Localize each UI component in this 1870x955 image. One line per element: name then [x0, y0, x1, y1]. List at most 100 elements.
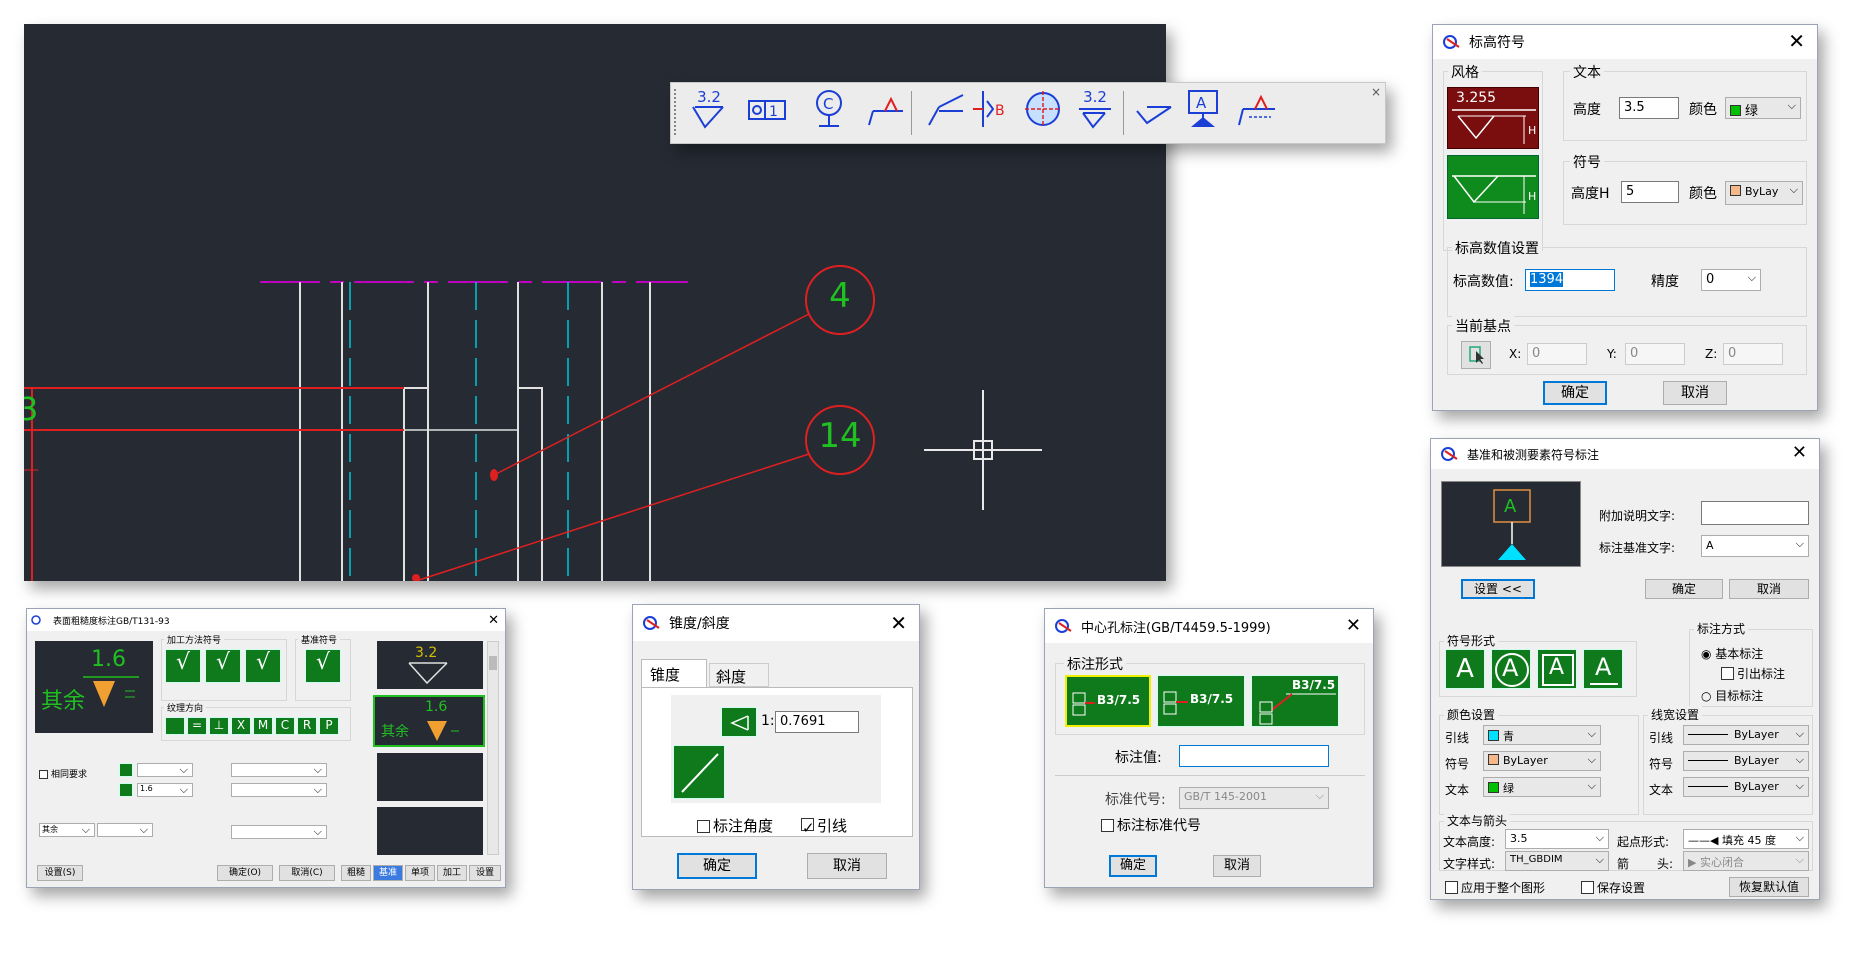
std-code-select[interactable]: GB/T 145-2001 ⌵: [1179, 787, 1329, 809]
cancel-button[interactable]: 取消: [807, 853, 887, 879]
dir-blank-button[interactable]: [165, 717, 185, 735]
toolbar-grip[interactable]: [674, 89, 678, 135]
symbol-height-input[interactable]: 5: [1621, 181, 1679, 203]
std-code-checkbox[interactable]: 标注标准代号: [1101, 815, 1201, 835]
lw-symbol-select[interactable]: ByLayer ⌵: [1683, 751, 1809, 771]
style-option-green[interactable]: H: [1447, 155, 1539, 219]
y-input[interactable]: 0: [1625, 343, 1685, 365]
text-color-select[interactable]: 绿 ⌵: [1725, 97, 1801, 119]
ok-button[interactable]: 确定(O): [217, 865, 273, 881]
lw-leader-select[interactable]: ByLayer ⌵: [1683, 725, 1809, 745]
save-settings-checkbox[interactable]: 保存设置: [1581, 879, 1645, 896]
preset-thumb-4[interactable]: [377, 807, 483, 855]
mode-leader-checkbox[interactable]: 引出标注: [1721, 665, 1785, 682]
dir-perp-button[interactable]: ⊥: [209, 717, 229, 735]
same-req-checkbox[interactable]: 相同要求: [39, 767, 87, 780]
roughness-removal-icon[interactable]: 3.2: [1075, 89, 1115, 129]
value-input[interactable]: [1179, 745, 1329, 767]
form-option-plain[interactable]: A: [1445, 649, 1485, 689]
slope-line-button[interactable]: [673, 745, 725, 799]
form-option-square[interactable]: A: [1537, 649, 1577, 689]
tab-taper[interactable]: 锥度: [641, 659, 707, 687]
datum-a-icon[interactable]: A: [1183, 89, 1223, 129]
annotate-angle-checkbox[interactable]: 标注角度: [697, 815, 773, 836]
bottom-tab-process[interactable]: 加工: [437, 865, 467, 881]
bottom-tab-roughness[interactable]: 粗糙: [341, 865, 371, 881]
weld-leader-icon[interactable]: [1237, 89, 1277, 129]
mode-basic-radio[interactable]: ◉ 基本标注: [1701, 645, 1763, 662]
ok-button[interactable]: 确定: [1645, 579, 1723, 599]
check-no-removal-button[interactable]: √: [245, 649, 281, 683]
elevation-value-input[interactable]: 1394: [1525, 269, 1615, 291]
pick-point-button[interactable]: [1461, 341, 1491, 369]
value-select-4[interactable]: ⌵: [231, 783, 327, 797]
color-tile[interactable]: [119, 783, 133, 797]
form-option-3[interactable]: B3/7.5: [1251, 675, 1339, 727]
check-basic-button[interactable]: √: [165, 649, 201, 683]
preset-thumb-2[interactable]: 1.6 其余: [373, 695, 485, 747]
color-text-select[interactable]: 绿 ⌵: [1483, 777, 1601, 797]
dir-cross-button[interactable]: X: [231, 717, 251, 735]
settings-button[interactable]: 设置(S): [37, 865, 83, 881]
start-form-select[interactable]: ——◀ 填充 45 度 ⌵: [1683, 829, 1809, 849]
datum-b-icon[interactable]: B: [971, 89, 1011, 129]
taper-symbol-button[interactable]: [721, 707, 757, 737]
lw-text-select[interactable]: ByLayer ⌵: [1683, 777, 1809, 797]
close-icon[interactable]: ✕: [488, 611, 499, 631]
other-select-2[interactable]: ⌵: [97, 823, 153, 837]
toolbar-close-button[interactable]: ×: [1371, 85, 1381, 99]
settings-toggle-button[interactable]: 设置 <<: [1461, 579, 1535, 599]
color-leader-select[interactable]: 青 ⌵: [1483, 725, 1601, 745]
datum-text-select[interactable]: A ⌵: [1701, 535, 1809, 557]
dir-r-button[interactable]: R: [297, 717, 317, 735]
bottom-tab-single[interactable]: 单项: [405, 865, 435, 881]
leader-checkbox[interactable]: ✓ 引线: [801, 815, 847, 837]
restore-default-button[interactable]: 恢复默认值: [1729, 877, 1809, 897]
color-tile[interactable]: [119, 763, 133, 777]
x-input[interactable]: 0: [1527, 343, 1587, 365]
ok-button[interactable]: 确定: [1109, 855, 1157, 877]
text-height-select[interactable]: 3.5 ⌵: [1505, 829, 1609, 849]
apply-all-checkbox[interactable]: 应用于整个图形: [1445, 879, 1545, 896]
form-option-2[interactable]: B3/7.5: [1157, 675, 1245, 727]
leader-icon[interactable]: [925, 89, 965, 129]
datum-target-icon[interactable]: 1: [747, 89, 787, 129]
scrollbar-thumb[interactable]: [489, 656, 497, 670]
check-removal-button[interactable]: √: [205, 649, 241, 683]
tab-slope[interactable]: 斜度: [709, 663, 769, 687]
value-select-5[interactable]: ⌵: [231, 825, 327, 839]
preset-thumb-3[interactable]: [377, 753, 483, 801]
form-option-1[interactable]: B3/7.5: [1065, 675, 1151, 727]
style-option-red[interactable]: 3.255 H: [1447, 87, 1539, 149]
form-option-underline[interactable]: A: [1583, 649, 1623, 689]
cancel-button[interactable]: 取消(C): [279, 865, 335, 881]
value-select-1[interactable]: ⌵: [137, 763, 193, 777]
surface-roughness-icon[interactable]: 3.2: [689, 89, 729, 129]
check-datum-button[interactable]: √: [305, 649, 341, 683]
ok-button[interactable]: 确定: [1543, 381, 1607, 405]
color-symbol-select[interactable]: ByLayer ⌵: [1483, 751, 1601, 771]
ratio-input[interactable]: 0.7691: [775, 711, 859, 733]
preset-scrollbar[interactable]: [487, 641, 499, 855]
extra-text-input[interactable]: [1701, 501, 1809, 525]
cancel-button[interactable]: 取消: [1663, 381, 1727, 405]
value-select-3[interactable]: 1.6 ⌵: [137, 783, 193, 797]
text-height-input[interactable]: 3.5: [1619, 97, 1679, 119]
weld-symbol-icon[interactable]: [865, 89, 905, 129]
check-mark-icon[interactable]: [1133, 89, 1173, 129]
z-input[interactable]: 0: [1723, 343, 1783, 365]
centerline-circle-icon[interactable]: [1023, 89, 1063, 129]
close-icon[interactable]: ✕: [1346, 616, 1361, 636]
close-icon[interactable]: ✕: [890, 613, 907, 633]
ok-button[interactable]: 确定: [677, 853, 757, 879]
mode-target-radio[interactable]: ○ 目标标注: [1701, 687, 1763, 704]
center-c-icon[interactable]: C: [809, 89, 849, 129]
precision-select[interactable]: 0 ⌵: [1701, 269, 1761, 291]
preset-thumb-1[interactable]: 3.2: [377, 641, 483, 689]
dir-c-button[interactable]: C: [275, 717, 295, 735]
text-style-select[interactable]: TH_GBDIM ⌵: [1505, 851, 1609, 871]
form-option-circle[interactable]: A: [1491, 649, 1531, 689]
close-icon[interactable]: ✕: [1788, 31, 1805, 51]
dir-parallel-button[interactable]: =: [187, 717, 207, 735]
arrow-head-select[interactable]: ▶ 实心闭合 ⌵: [1683, 851, 1809, 871]
